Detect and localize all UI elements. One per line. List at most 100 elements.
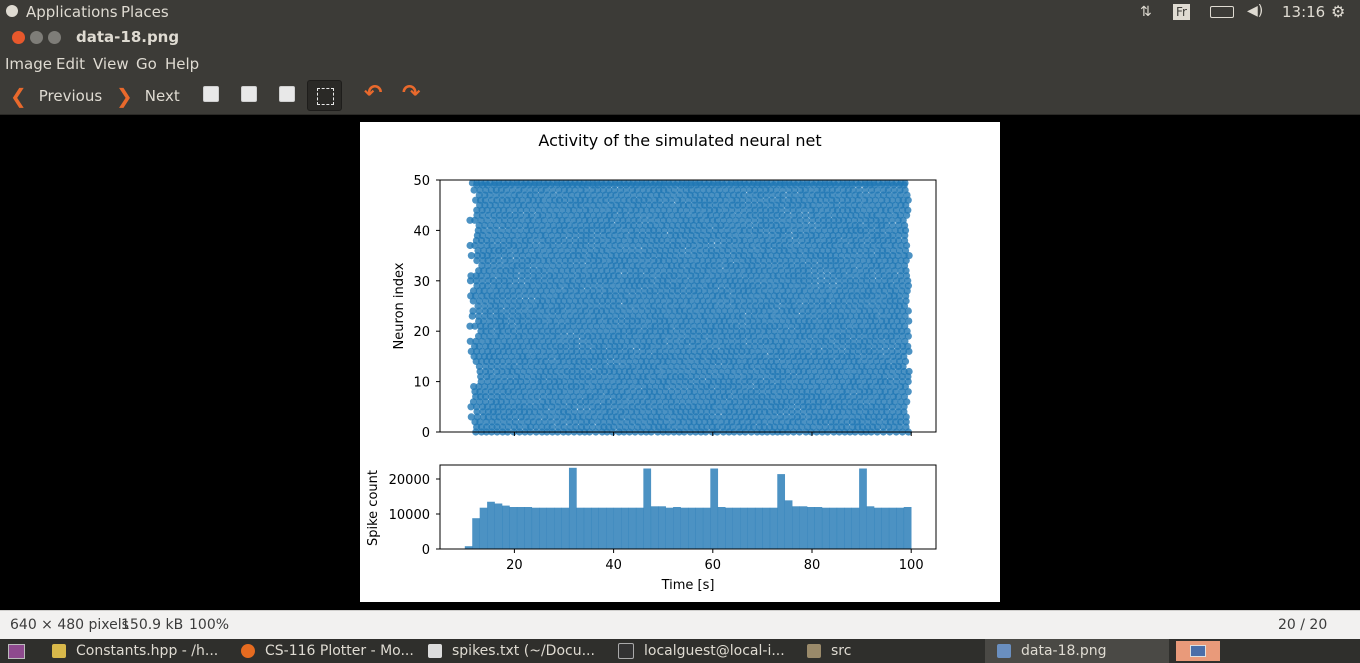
histogram-bar — [502, 505, 510, 549]
show-desktop-icon[interactable] — [8, 644, 25, 659]
task-image-viewer[interactable]: data-18.png — [985, 639, 1169, 663]
menu-image[interactable]: Image — [5, 55, 52, 73]
raster-yticks: 0 10 20 30 40 50 — [413, 174, 440, 441]
histogram-bar — [554, 507, 562, 549]
window-title: data-18.png — [76, 28, 180, 46]
task-constants-hpp[interactable]: Constants.hpp - /h... — [52, 639, 218, 663]
histogram-bar — [531, 507, 540, 549]
chevron-left-icon: ❮ — [10, 84, 27, 108]
histogram-bar — [568, 467, 577, 549]
histogram-bar — [680, 507, 689, 549]
task-label: spikes.txt (~/Docu... — [452, 643, 595, 659]
applications-menu[interactable]: Applications — [26, 3, 118, 21]
minimize-button[interactable] — [30, 31, 43, 44]
histogram-bar — [673, 507, 681, 549]
histogram-bar — [792, 506, 800, 549]
task-src-folder[interactable]: src — [807, 639, 851, 663]
histogram-bar — [494, 503, 503, 549]
histogram-bar — [799, 506, 808, 549]
top-panel: Applications Places ⇅ Fr ◀) 13:16 ⚙ — [0, 0, 1360, 24]
histogram-bar — [635, 507, 644, 549]
zoom-level: 100% — [189, 617, 230, 633]
histogram-bar — [836, 507, 845, 549]
next-button[interactable]: ❯ Next — [116, 82, 180, 110]
histogram-bar — [650, 506, 659, 549]
close-button[interactable] — [12, 31, 25, 44]
keyboard-layout-indicator[interactable]: Fr — [1173, 4, 1190, 20]
session-gear-icon[interactable]: ⚙ — [1331, 2, 1345, 21]
folder-icon — [807, 644, 821, 658]
histogram-bar — [583, 507, 592, 549]
image-viewer-icon — [997, 644, 1011, 658]
y-tick-label: 10 — [413, 376, 430, 391]
zoom-in-icon[interactable] — [203, 86, 219, 102]
status-bar: 640 × 480 pixels 150.9 kB 100% 20 / 20 — [0, 610, 1360, 640]
normal-size-icon[interactable] — [279, 86, 295, 102]
image-dimensions: 640 × 480 pixels — [10, 617, 129, 633]
rotate-left-icon[interactable]: ↶ — [364, 81, 382, 106]
gedit-icon — [52, 644, 66, 658]
battery-icon[interactable] — [1210, 6, 1234, 18]
histogram-bar — [472, 518, 480, 549]
best-fit-button[interactable] — [307, 80, 342, 111]
histogram-bar — [658, 506, 666, 549]
menu-go[interactable]: Go — [136, 55, 157, 73]
histogram-bar — [821, 507, 830, 549]
histogram-bar — [814, 507, 823, 549]
histogram-bar — [769, 507, 778, 549]
histogram-bar — [725, 507, 733, 549]
y-tick-label: 0 — [422, 543, 430, 558]
histogram-bar — [754, 507, 763, 549]
histogram-bar — [844, 507, 852, 549]
histogram-bar — [539, 507, 547, 549]
menu-help[interactable]: Help — [165, 55, 199, 73]
image-viewer[interactable]: Activity of the simulated neural net 0 10… — [0, 115, 1360, 610]
previous-label: Previous — [38, 87, 103, 105]
ubuntu-icon[interactable] — [6, 5, 18, 17]
histogram-bar — [479, 507, 488, 549]
terminal-icon — [618, 643, 634, 659]
chart-title: Activity of the simulated neural net — [538, 131, 821, 150]
histogram-bars — [464, 467, 912, 549]
maximize-button[interactable] — [48, 31, 61, 44]
places-menu[interactable]: Places — [121, 3, 169, 21]
task-label: data-18.png — [1021, 643, 1107, 659]
histogram-bar — [688, 507, 696, 549]
histogram-bar — [643, 468, 652, 549]
y-tick-label: 50 — [413, 174, 430, 189]
previous-button[interactable]: ❮ Previous — [10, 82, 102, 110]
x-tick-label: 60 — [705, 558, 722, 573]
network-icon[interactable]: ⇅ — [1140, 4, 1152, 20]
histogram-bar — [613, 507, 622, 549]
volume-icon[interactable]: ◀) — [1247, 3, 1263, 19]
chart-image: Activity of the simulated neural net 0 10… — [360, 122, 1000, 602]
histogram-ylabel: Spike count — [366, 470, 381, 546]
histogram-bar — [732, 507, 741, 549]
spike-dot — [905, 367, 913, 376]
histogram-bar — [598, 507, 607, 549]
task-terminal[interactable]: localguest@local-i... — [618, 639, 785, 663]
task-spikes-txt[interactable]: spikes.txt (~/Docu... — [428, 639, 595, 663]
histogram-bar — [576, 507, 585, 549]
histogram-bar — [695, 507, 704, 549]
task-firefox[interactable]: CS-116 Plotter - Mo... — [241, 639, 414, 663]
histogram-bar — [866, 506, 875, 549]
y-tick-label: 20000 — [389, 473, 430, 488]
raster-ylabel: Neuron index — [392, 262, 407, 349]
next-label: Next — [144, 87, 180, 105]
menu-edit[interactable]: Edit — [56, 55, 85, 73]
histogram-bar — [546, 507, 555, 549]
histogram-bar — [903, 507, 912, 549]
clock[interactable]: 13:16 — [1282, 3, 1325, 21]
file-size: 150.9 kB — [121, 617, 184, 633]
x-tick-label: 100 — [899, 558, 924, 573]
zoom-out-icon[interactable] — [241, 86, 257, 102]
y-tick-label: 30 — [413, 275, 430, 290]
menu-view[interactable]: View — [93, 55, 129, 73]
text-editor-icon — [428, 644, 442, 658]
histogram-bar — [784, 500, 793, 549]
task-label: src — [831, 643, 852, 659]
firefox-icon — [241, 644, 255, 658]
workspace-switcher[interactable] — [1176, 641, 1220, 661]
rotate-right-icon[interactable]: ↷ — [402, 81, 420, 106]
